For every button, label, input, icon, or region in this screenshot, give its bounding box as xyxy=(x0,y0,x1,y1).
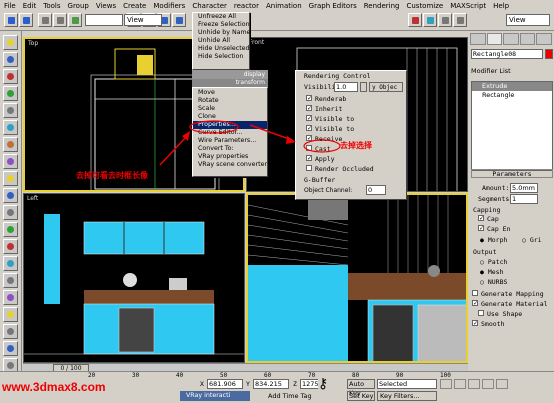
3dsmax-window: File Edit Tools Group Views Create Modifiers Ch… xyxy=(0,0,554,403)
timeline-tick-label: 60 xyxy=(264,372,272,379)
capping-label: Capping xyxy=(473,206,501,214)
nurbs-label: NURBS xyxy=(487,278,508,286)
key-icon: ⚷ xyxy=(318,377,344,391)
morph-radio[interactable]: ● Morph xyxy=(480,236,507,244)
segments-input[interactable]: 1 xyxy=(510,194,538,204)
timeline-tick-label: 90 xyxy=(396,372,404,379)
display-tab-icon[interactable] xyxy=(536,33,552,45)
parameters-rollout-header[interactable]: Parameters xyxy=(471,169,553,178)
object-color-swatch[interactable] xyxy=(545,49,553,59)
timeline-tick-label: 20 xyxy=(88,372,96,379)
set-key-button[interactable]: Set Key xyxy=(347,391,375,401)
y-label: Y xyxy=(246,380,250,388)
stack-item-rectangle[interactable]: Rectangle xyxy=(472,91,552,100)
stack-item-extrude[interactable]: Extrude xyxy=(472,82,552,91)
x-coordinate-input[interactable]: 681.906 xyxy=(207,379,243,389)
mesh-label: Mesh xyxy=(487,268,504,276)
timeline-tick-label: 50 xyxy=(220,372,228,379)
segments-label: Segments: xyxy=(478,195,514,203)
amount-input[interactable]: 5.0mm xyxy=(510,183,538,193)
modifier-list-dropdown[interactable]: Modifier List xyxy=(471,67,511,75)
use-shape-checkbox[interactable] xyxy=(478,310,484,316)
command-panel: Rectangle08 Modifier List Extrude Rectan… xyxy=(468,31,554,371)
create-tab-icon[interactable] xyxy=(470,33,486,45)
patch-radio[interactable]: ○ Patch xyxy=(480,258,507,266)
add-time-tag[interactable]: Add Time Tag xyxy=(268,392,328,402)
key-filters-button[interactable]: Key Filters... xyxy=(377,391,437,401)
timeline-tick-label: 30 xyxy=(132,372,140,379)
object-name-input[interactable]: Rectangle08 xyxy=(471,49,543,59)
status-bar: 20 30 40 50 60 70 80 90 100 www.3dmax8.com X 681… xyxy=(0,371,554,403)
smooth-checkbox[interactable]: ✓ xyxy=(472,320,478,327)
generate-mapping-checkbox[interactable] xyxy=(472,290,478,296)
hierarchy-tab-icon[interactable] xyxy=(503,33,519,45)
cap-start-checkbox[interactable]: ✓ xyxy=(478,215,484,222)
amount-label: Amount: xyxy=(482,184,510,192)
go-end-icon[interactable] xyxy=(496,379,508,389)
cap-end-checkbox[interactable]: ✓ xyxy=(478,225,484,232)
modifier-stack: Extrude Rectangle xyxy=(471,81,553,171)
output-label: Output xyxy=(473,248,497,256)
smooth-label: Smooth xyxy=(481,320,505,328)
generate-material-checkbox[interactable]: ✓ xyxy=(472,300,478,307)
grid-radio[interactable]: ○ Gri xyxy=(522,236,542,244)
watermark-text: www.3dmax8.com xyxy=(2,380,106,394)
selected-dropdown[interactable]: Selected xyxy=(377,379,437,389)
z-label: Z xyxy=(293,380,297,388)
patch-label: Patch xyxy=(487,258,508,266)
modify-tab-icon[interactable] xyxy=(486,33,503,45)
generate-material-label: Generate Material xyxy=(481,300,548,308)
play-icon[interactable] xyxy=(468,379,480,389)
morph-label: Morph xyxy=(487,236,508,244)
grid-label: Gri xyxy=(529,236,542,244)
timeline-tick-label: 70 xyxy=(308,372,316,379)
auto-key-button[interactable]: Auto Key xyxy=(347,379,375,397)
cap-end-label: Cap En xyxy=(487,225,511,233)
generate-mapping-label: Generate Mapping xyxy=(481,290,544,298)
cap-start-label: Cap xyxy=(487,215,499,223)
prev-frame-icon[interactable] xyxy=(454,379,466,389)
next-frame-icon[interactable] xyxy=(482,379,494,389)
reference-coord-dropdown[interactable]: View xyxy=(124,14,162,26)
nurbs-radio[interactable]: ○ NURBS xyxy=(480,278,507,286)
playback-controls xyxy=(440,379,552,401)
annotation-left-note: 去掉可看去时框长像 xyxy=(76,171,148,180)
timeline-tick-label: 100 xyxy=(440,372,451,379)
mesh-radio[interactable]: ● Mesh xyxy=(480,268,503,276)
timeline-tick-label: 40 xyxy=(176,372,184,379)
use-shape-label: Use Shape xyxy=(487,310,523,318)
vray-interactive-taskbar[interactable]: VRay interacti xyxy=(180,391,250,401)
timeline-tick-label: 80 xyxy=(352,372,360,379)
annotation-right-note: 去掉选择 xyxy=(340,141,372,150)
y-coordinate-input[interactable]: 834.215 xyxy=(253,379,289,389)
command-panel-tabs xyxy=(470,33,552,45)
x-label: X xyxy=(200,380,204,388)
go-start-icon[interactable] xyxy=(440,379,452,389)
motion-tab-icon[interactable] xyxy=(519,33,536,45)
